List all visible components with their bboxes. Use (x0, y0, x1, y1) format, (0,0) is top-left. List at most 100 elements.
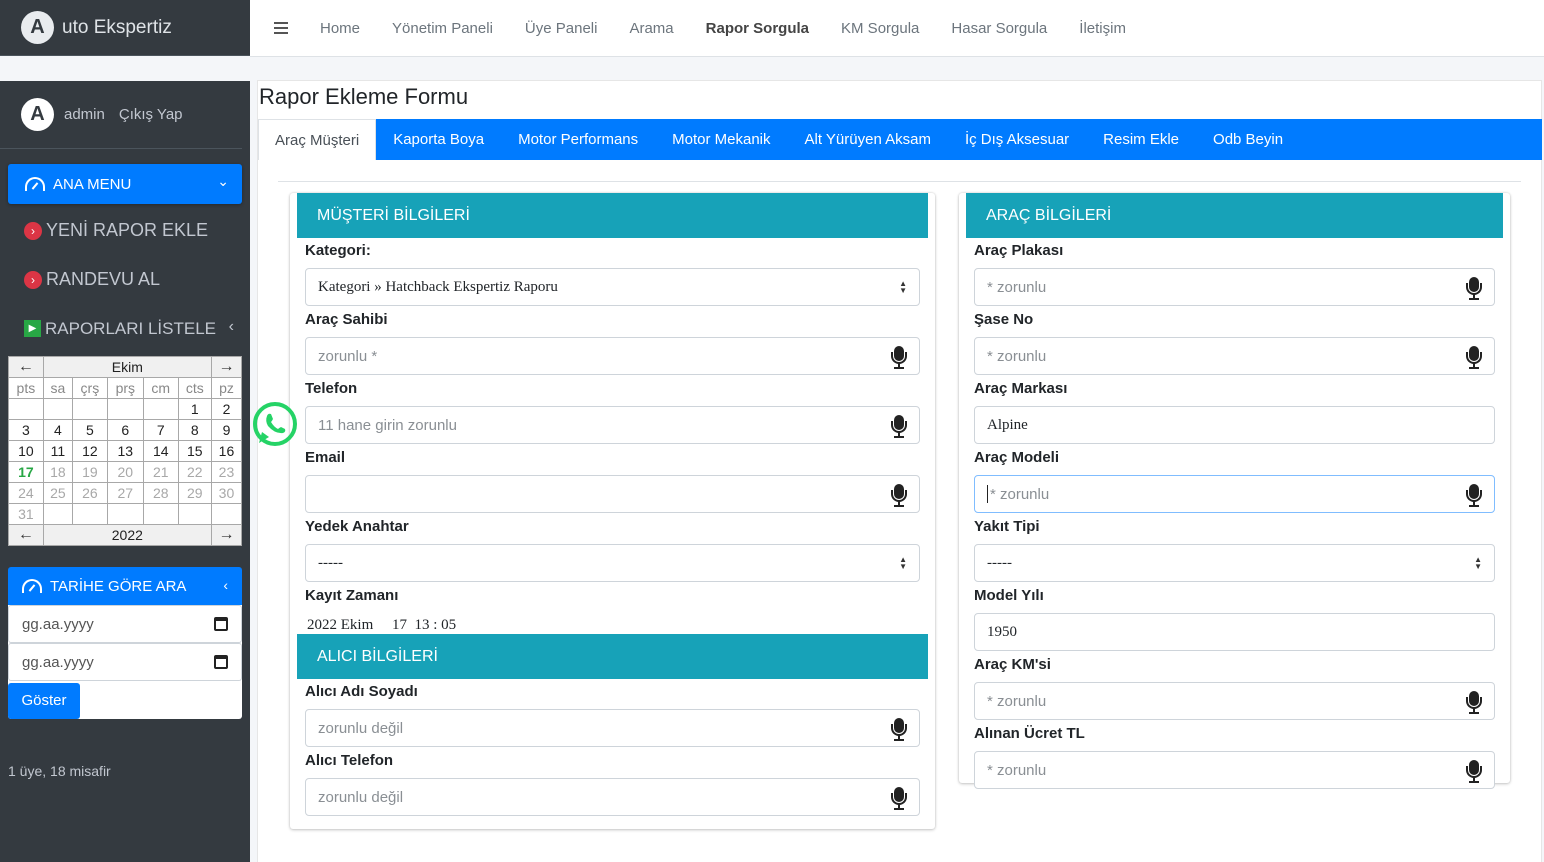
tab-vehicle-customer[interactable]: Araç Müşteri (258, 119, 377, 160)
fee-input[interactable]: * zorunlu (974, 751, 1495, 789)
calendar-day[interactable]: 18 (42, 461, 74, 483)
calendar-day[interactable]: 4 (42, 419, 74, 441)
calendar-prev-year-button[interactable]: ← (8, 524, 44, 546)
calendar-day[interactable]: 27 (106, 482, 144, 504)
topnav-home[interactable]: Home (320, 20, 360, 37)
microphone-icon[interactable] (1466, 277, 1482, 301)
calendar-weekday: prş (106, 377, 144, 399)
calendar-day[interactable]: 6 (106, 419, 144, 441)
calendar-day[interactable]: 24 (8, 482, 44, 504)
buyer-name-input[interactable]: zorunlu değil (305, 709, 920, 747)
calendar-day[interactable]: 13 (106, 440, 144, 462)
calendar-weekday: cm (142, 377, 179, 399)
nav-new-report[interactable]: › YENİ RAPOR EKLE (0, 206, 250, 255)
hamburger-menu-icon[interactable] (274, 19, 288, 37)
topnav-damage-query[interactable]: Hasar Sorgula (951, 20, 1047, 37)
start-date-input[interactable]: gg.aa.yyyy (8, 605, 242, 643)
calendar-day[interactable]: 25 (42, 482, 74, 504)
topnav-search[interactable]: Arama (629, 20, 673, 37)
calendar-prev-month-button[interactable]: ← (8, 356, 44, 378)
microphone-icon[interactable] (1466, 760, 1482, 784)
microphone-icon[interactable] (891, 484, 907, 508)
calendar-day[interactable]: 8 (177, 419, 212, 441)
calendar-day[interactable]: 3 (8, 419, 44, 441)
calendar-icon[interactable] (214, 655, 228, 669)
date-search-title: TARİHE GÖRE ARA (50, 577, 187, 595)
calendar-day[interactable]: 2 (210, 398, 243, 420)
calendar-day[interactable]: 16 (210, 440, 243, 462)
model-input[interactable]: * zorunlu (974, 475, 1495, 513)
calendar-next-month-button[interactable]: → (210, 356, 243, 378)
date-search-toggle[interactable]: TARİHE GÖRE ARA ‹ (8, 567, 242, 605)
topnav-km-query[interactable]: KM Sorgula (841, 20, 919, 37)
nav-new-report-label: YENİ RAPOR EKLE (46, 220, 209, 240)
microphone-icon[interactable] (1466, 691, 1482, 715)
brand-label: Araç Markası (974, 380, 1068, 397)
fuel-select[interactable]: ----- ▲ ▼ (974, 544, 1495, 582)
calendar-day[interactable]: 10 (8, 440, 44, 462)
end-date-input[interactable]: gg.aa.yyyy (8, 643, 242, 681)
phone-input[interactable]: 11 hane girin zorunlu (305, 406, 920, 444)
calendar-day[interactable]: 15 (177, 440, 212, 462)
email-input[interactable] (305, 475, 920, 513)
nav-list-reports[interactable]: ▶ RAPORLARI LİSTELE ‹ (0, 304, 250, 353)
calendar-day[interactable]: 20 (106, 461, 144, 483)
main-menu-toggle[interactable]: ANA MENU ⌄ (8, 164, 242, 204)
calendar-day[interactable]: 14 (142, 440, 179, 462)
calendar-next-year-button[interactable]: → (210, 524, 243, 546)
calendar-day[interactable]: 30 (210, 482, 243, 504)
microphone-icon[interactable] (891, 787, 907, 811)
tab-engine-mechanic[interactable]: Motor Mekanik (655, 119, 787, 160)
microphone-icon[interactable] (891, 718, 907, 742)
calendar-day[interactable]: 22 (177, 461, 212, 483)
tab-body-paint[interactable]: Kaporta Boya (376, 119, 501, 160)
calendar-day[interactable]: 19 (72, 461, 108, 483)
brand-link[interactable]: A uto Ekspertiz (0, 0, 250, 56)
calendar-day[interactable]: 31 (8, 503, 44, 525)
microphone-icon[interactable] (891, 346, 907, 370)
topnav-contact[interactable]: İletişim (1079, 20, 1126, 37)
topnav-report-query[interactable]: Rapor Sorgula (706, 20, 809, 37)
calendar-day[interactable]: 17 (8, 461, 44, 483)
owner-input[interactable]: zorunlu * (305, 337, 920, 375)
calendar-day[interactable]: 21 (142, 461, 179, 483)
show-button[interactable]: Göster (8, 682, 80, 719)
spare-key-select[interactable]: ----- ▲ ▼ (305, 544, 920, 582)
brand-input[interactable]: Alpine (974, 406, 1495, 444)
calendar-day[interactable]: 5 (72, 419, 108, 441)
microphone-icon[interactable] (1466, 484, 1482, 508)
user-name-link[interactable]: admin (64, 106, 105, 123)
model-year-label: Model Yılı (974, 587, 1044, 604)
whatsapp-icon[interactable] (250, 399, 300, 449)
km-input[interactable]: * zorunlu (974, 682, 1495, 720)
buyer-phone-input[interactable]: zorunlu değil (305, 778, 920, 816)
calendar-day[interactable]: 12 (72, 440, 108, 462)
tab-accessories[interactable]: İç Dış Aksesuar (948, 119, 1086, 160)
phone-label: Telefon (305, 380, 358, 397)
tab-add-image[interactable]: Resim Ekle (1086, 119, 1196, 160)
topnav-admin-panel[interactable]: Yönetim Paneli (392, 20, 493, 37)
fee-label: Alınan Ücret TL (974, 725, 1085, 742)
microphone-icon[interactable] (1466, 346, 1482, 370)
microphone-icon[interactable] (891, 415, 907, 439)
tab-undercarriage[interactable]: Alt Yürüyen Aksam (788, 119, 948, 160)
model-year-input[interactable]: 1950 (974, 613, 1495, 651)
chassis-input[interactable]: * zorunlu (974, 337, 1495, 375)
tab-odb[interactable]: Odb Beyin (1196, 119, 1300, 160)
calendar-day[interactable]: 7 (142, 419, 179, 441)
calendar-day[interactable]: 11 (42, 440, 74, 462)
calendar-day[interactable]: 29 (177, 482, 212, 504)
calendar-icon[interactable] (214, 617, 228, 631)
calendar-day[interactable]: 26 (72, 482, 108, 504)
spare-key-label: Yedek Anahtar (305, 518, 409, 535)
plate-input[interactable]: * zorunlu (974, 268, 1495, 306)
tab-engine-performance[interactable]: Motor Performans (501, 119, 655, 160)
topnav-member-panel[interactable]: Üye Paneli (525, 20, 598, 37)
calendar-day[interactable]: 28 (142, 482, 179, 504)
logout-link[interactable]: Çıkış Yap (119, 106, 183, 123)
nav-appointment[interactable]: › RANDEVU AL (0, 255, 250, 304)
calendar-day[interactable]: 23 (210, 461, 243, 483)
calendar-day[interactable]: 1 (177, 398, 212, 420)
calendar-day[interactable]: 9 (210, 419, 243, 441)
kategori-select[interactable]: Kategori » Hatchback Ekspertiz Raporu ▲ ▼ (305, 268, 920, 306)
